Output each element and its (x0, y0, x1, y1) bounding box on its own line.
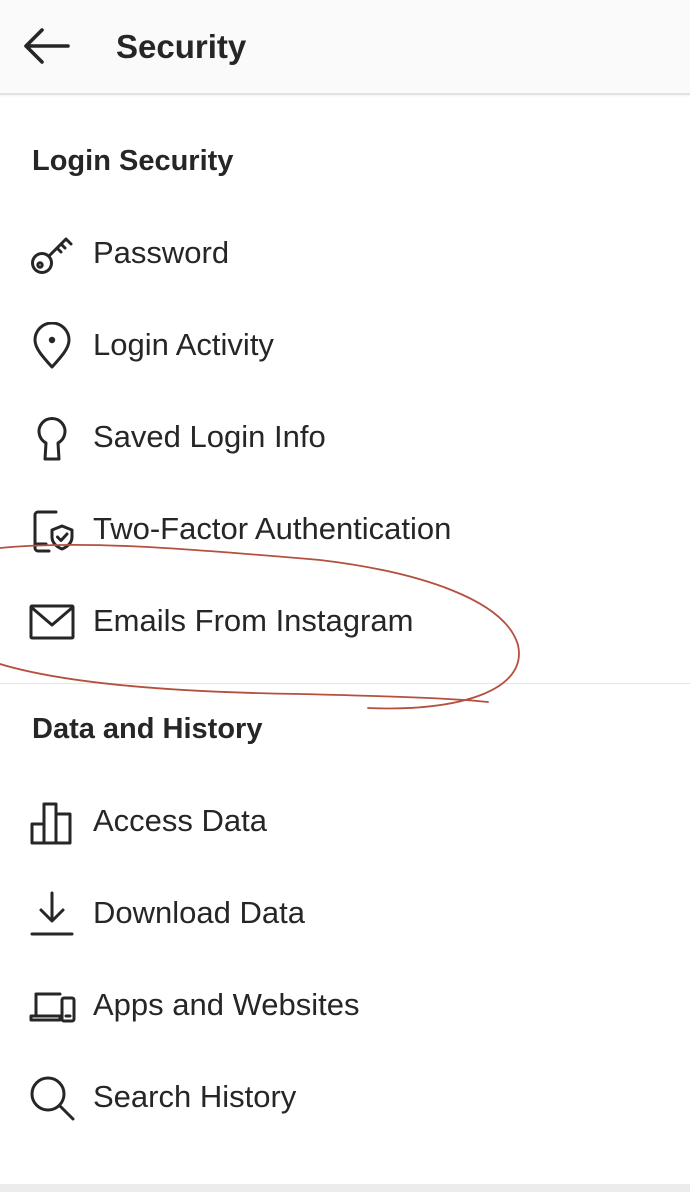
menu-item-search-history[interactable]: Search History (0, 1056, 690, 1136)
menu-item-saved-login-info[interactable]: Saved Login Info (0, 396, 690, 476)
menu-item-two-factor-authentication[interactable]: Two-Factor Authentication (0, 488, 690, 568)
menu-item-download-data[interactable]: Download Data (0, 872, 690, 952)
location-pin-icon (28, 322, 76, 370)
menu-item-label: Saved Login Info (93, 419, 326, 454)
menu-item-access-data[interactable]: Access Data (0, 780, 690, 860)
menu-item-label: Download Data (93, 895, 305, 930)
phone-shield-icon (28, 506, 76, 554)
menu-item-label: Password (93, 235, 230, 270)
bar-chart-icon (28, 798, 76, 846)
menu-item-login-activity[interactable]: Login Activity (0, 304, 690, 384)
keyhole-icon (28, 414, 76, 462)
menu-item-label: Emails From Instagram (93, 603, 414, 638)
search-icon (28, 1074, 76, 1122)
laptop-phone-icon (28, 982, 76, 1030)
menu-item-emails-from-instagram[interactable]: Emails From Instagram (0, 580, 690, 660)
page-title: Security (116, 28, 247, 65)
bottom-divider (0, 1184, 690, 1192)
menu-item-apps-and-websites[interactable]: Apps and Websites (0, 964, 690, 1044)
envelope-icon (28, 598, 76, 646)
section-title-login-security: Login Security (32, 145, 234, 177)
download-icon (28, 890, 76, 938)
menu-item-label: Apps and Websites (93, 987, 360, 1022)
section-divider (0, 683, 690, 684)
menu-item-label: Search History (93, 1079, 297, 1114)
back-button[interactable] (18, 22, 74, 70)
menu-item-label: Access Data (93, 803, 268, 838)
menu-item-password[interactable]: Password (0, 212, 690, 292)
menu-item-label: Two-Factor Authentication (93, 511, 452, 546)
arrow-left-icon (24, 28, 70, 64)
key-icon (28, 230, 76, 278)
section-title-data-and-history: Data and History (32, 713, 263, 745)
top-app-bar: Security (0, 0, 690, 95)
menu-item-label: Login Activity (93, 327, 274, 362)
